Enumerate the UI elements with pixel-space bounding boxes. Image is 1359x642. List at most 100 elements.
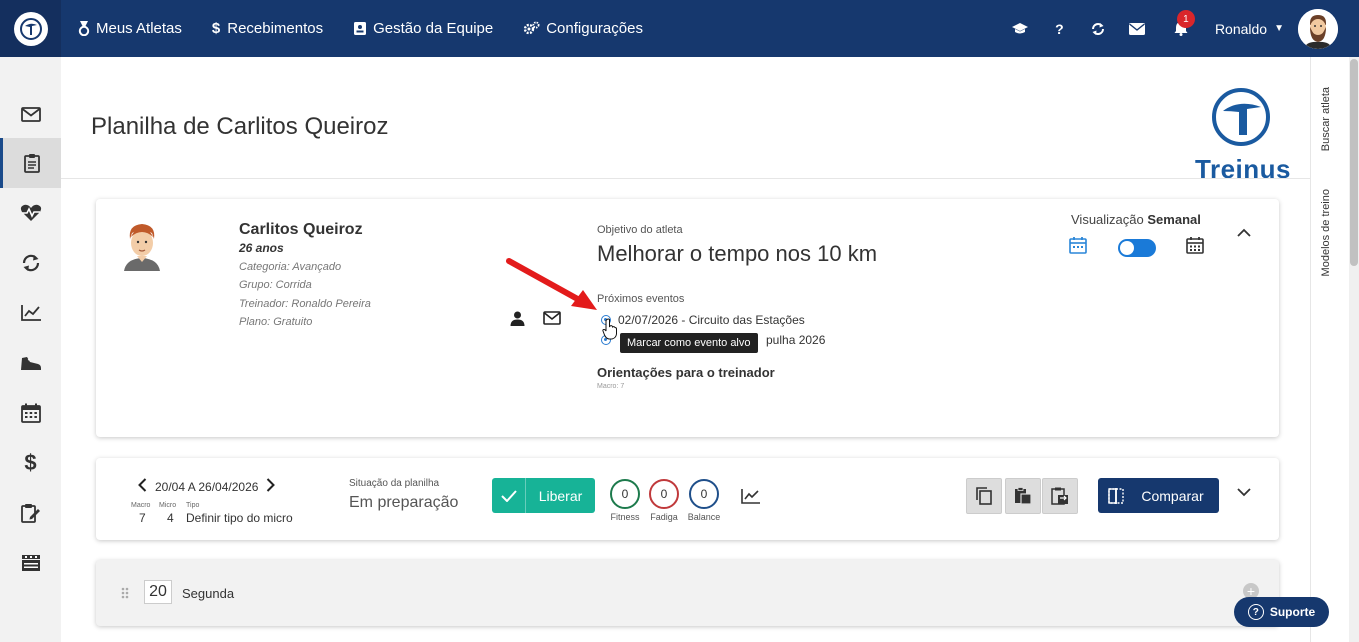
expand-week-button[interactable] — [1237, 484, 1251, 502]
sidebar-item-shoes[interactable] — [0, 338, 61, 388]
fitness-metric: 0 — [610, 479, 640, 509]
help-button[interactable]: ? — [1040, 0, 1079, 57]
title-divider — [61, 178, 1310, 179]
dollar-icon: $ — [211, 20, 221, 37]
chevron-down-icon — [1237, 488, 1251, 497]
id-card-icon — [354, 22, 367, 35]
chevron-right-icon — [267, 478, 276, 492]
running-shoe-icon — [20, 357, 41, 370]
tab-buscar-atleta[interactable]: Buscar atleta — [1320, 87, 1332, 151]
event-item[interactable]: 02/07/2026 - Circuito das Estações — [601, 313, 805, 327]
nav-label: Gestão da Equipe — [373, 20, 494, 37]
copy-button[interactable] — [966, 478, 1002, 514]
main-content: Planilha de Carlitos Queiroz Treinus Car… — [61, 57, 1310, 642]
red-arrow-annotation — [506, 258, 597, 310]
sidebar-item-calendar[interactable] — [0, 388, 61, 438]
nav-recebimentos[interactable]: $ Recebimentos — [212, 20, 323, 37]
sidebar-item-messages[interactable] — [0, 89, 61, 139]
nav-meus-atletas[interactable]: Meus Atletas — [78, 20, 182, 37]
weekly-view-button[interactable] — [1186, 236, 1204, 259]
release-label: Liberar — [538, 487, 583, 504]
release-button[interactable]: Liberar — [492, 478, 595, 513]
user-avatar[interactable] — [1298, 8, 1338, 49]
compare-button[interactable]: Comparar — [1098, 478, 1219, 513]
treinus-logo-icon — [13, 11, 48, 46]
sidebar-item-analytics[interactable] — [0, 288, 61, 338]
user-name-label: Ronaldo — [1214, 20, 1268, 37]
drag-handle-icon[interactable] — [121, 586, 129, 604]
page-scrollbar[interactable] — [1349, 57, 1359, 642]
top-navigation-bar: Meus Atletas $ Recebimentos Gestão da Eq… — [0, 0, 1359, 57]
calendar-icon — [20, 403, 41, 423]
macro-label: Macro — [131, 502, 151, 509]
gears-icon — [524, 21, 540, 35]
view-label-text: Visualização — [1071, 212, 1144, 227]
tipo-label: Tipo — [186, 502, 200, 509]
sidebar-item-sync[interactable] — [0, 238, 61, 288]
sidebar-item-assessment[interactable] — [0, 488, 61, 538]
support-button[interactable]: ? Suporte — [1234, 597, 1329, 627]
heartbeat-icon — [20, 204, 41, 221]
messages-button[interactable] — [1118, 0, 1157, 57]
tipo-value[interactable]: Definir tipo do micro — [186, 511, 293, 525]
daily-view-button[interactable] — [1069, 236, 1087, 259]
balance-label: Balance — [687, 512, 721, 522]
sidebar-item-film[interactable] — [0, 538, 61, 588]
clipboard-edit-icon — [20, 504, 40, 523]
sidebar-item-health[interactable] — [0, 188, 61, 238]
medal-icon — [78, 21, 90, 36]
scrollbar-thumb[interactable] — [1350, 59, 1358, 266]
view-mode-label: Visualização Semanal — [1071, 212, 1201, 227]
nav-gestao-equipe[interactable]: Gestão da Equipe — [353, 20, 493, 37]
athlete-group: Grupo: Corrida — [239, 279, 312, 291]
notifications-button[interactable]: 1 — [1157, 0, 1205, 57]
line-chart-icon — [741, 489, 760, 504]
week-range-label: 20/04 A 26/04/2026 — [155, 479, 259, 494]
next-week-button[interactable] — [258, 476, 283, 497]
nav-label: Recebimentos — [227, 20, 324, 37]
paste-icon — [1015, 487, 1032, 505]
sidebar-item-finance[interactable]: $ — [0, 438, 61, 488]
hand-cursor-icon — [602, 318, 617, 340]
micro-label: Micro — [159, 502, 177, 509]
events-label: Próximos eventos — [597, 293, 685, 305]
user-menu[interactable]: Ronaldo ▼ — [1215, 21, 1284, 37]
chevron-left-icon — [138, 478, 147, 492]
micro-value: 4 — [167, 511, 174, 525]
collapse-athlete-button[interactable] — [1237, 225, 1251, 243]
orientation-subtitle: Macro: 7 — [597, 383, 625, 390]
graduation-cap-icon — [1012, 22, 1029, 33]
metrics-chart-button[interactable] — [741, 488, 761, 509]
athlete-trainer: Treinador: Ronaldo Pereira — [239, 298, 371, 310]
event-label: pulha 2026 — [766, 333, 826, 347]
nav-configuracoes[interactable]: Configurações — [523, 20, 643, 37]
athlete-age: 26 anos — [239, 241, 284, 255]
paste-button[interactable] — [1005, 478, 1041, 514]
envelope-icon — [1129, 22, 1146, 35]
paste-special-button[interactable] — [1042, 478, 1078, 514]
previous-week-button[interactable] — [130, 476, 155, 497]
day-number: 20 — [144, 580, 172, 604]
refresh-icon — [22, 254, 39, 272]
view-mode-toggle[interactable] — [1118, 239, 1156, 257]
dollar-icon: $ — [24, 450, 37, 475]
status-value: Em preparação — [349, 494, 459, 511]
sync-button[interactable] — [1079, 0, 1118, 57]
chevron-down-icon: ▼ — [1274, 23, 1284, 34]
fatigue-label: Fadiga — [650, 512, 678, 522]
orientation-title[interactable]: Orientações para o treinador — [597, 365, 775, 380]
graduation-cap-button[interactable] — [1001, 0, 1040, 57]
question-circle-icon: ? — [1247, 604, 1264, 620]
athlete-avatar — [124, 224, 160, 271]
support-label: Suporte — [1269, 605, 1316, 619]
sidebar-item-spreadsheet[interactable] — [0, 138, 61, 188]
tab-modelos-treino[interactable]: Modelos de treino — [1320, 189, 1332, 276]
calendar-week-icon — [1186, 237, 1204, 254]
chevron-up-icon — [1237, 228, 1251, 237]
nav-label: Meus Atletas — [96, 20, 182, 37]
treinus-logo-icon — [1212, 88, 1270, 146]
week-card: 20/04 A 26/04/2026 Macro 7 Micro 4 Tipo … — [96, 458, 1279, 540]
clapperboard-icon — [21, 555, 40, 571]
app-logo[interactable] — [0, 0, 61, 57]
calendar-day-icon — [1069, 237, 1087, 254]
